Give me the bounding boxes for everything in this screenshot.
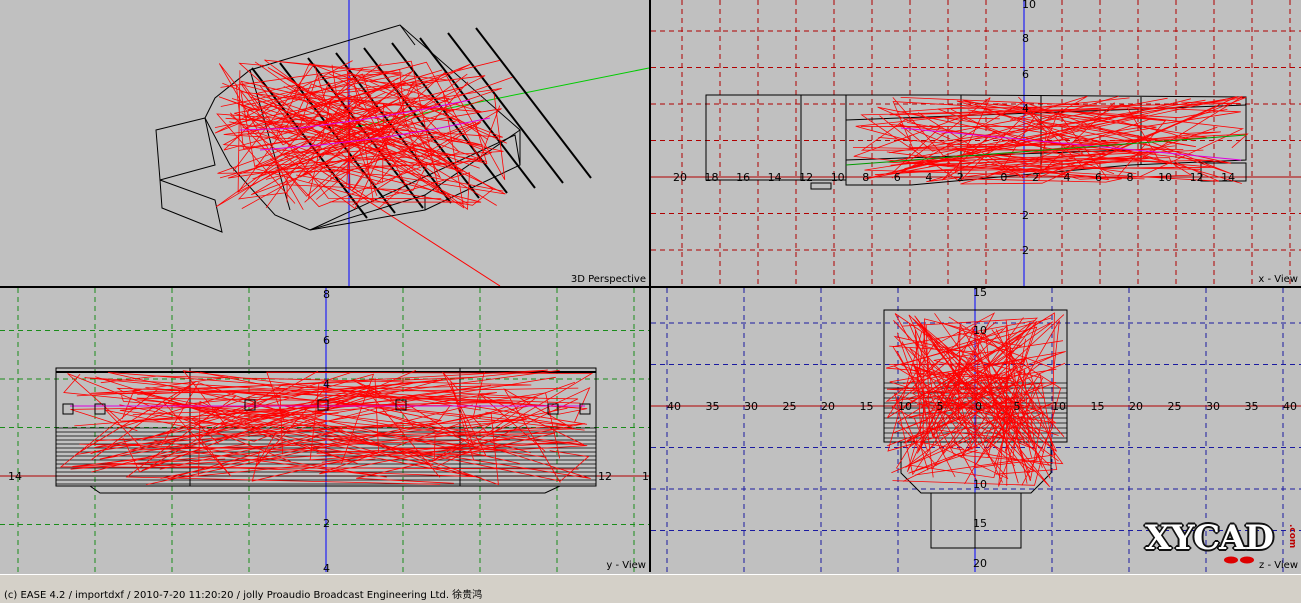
y-tick-label: 15 xyxy=(973,288,987,299)
x-tick-label: 15 xyxy=(860,400,874,413)
x-tick-label: 12 xyxy=(598,470,612,483)
viewport-y-view[interactable]: 14 12 1 8 6 4 2 4 y - View xyxy=(0,288,649,572)
viewport-label: 3D Perspective xyxy=(570,274,646,285)
y-tick-label: 2 xyxy=(1022,244,1029,257)
x-tick-label: 30 xyxy=(1206,400,1220,413)
x-tick-label: 14 xyxy=(768,171,782,184)
y-tick-label: 8 xyxy=(1022,32,1029,45)
x-tick-label: 2 xyxy=(957,171,964,184)
y-tick-label: 10 xyxy=(973,478,987,491)
x-view-canvas: 20 18 16 14 12 10 8 6 4 2 0 2 4 6 8 10 12 141086422 xyxy=(651,0,1301,286)
x-tick-label: 1 xyxy=(642,470,649,483)
status-bar: (c) EASE 4.2 / importdxf / 2010-7-20 11:… xyxy=(0,574,1301,603)
viewport-x-view[interactable]: 20 18 16 14 12 10 8 6 4 2 0 2 4 6 8 10 12 14 10 8 6 4 2 2 x - V… xyxy=(651,0,1301,286)
y-tick-label: 20 xyxy=(973,557,987,570)
x-tick-label: 40 xyxy=(667,400,681,413)
x-tick-label: 30 xyxy=(744,400,758,413)
viewport-splitter-horizontal[interactable] xyxy=(0,286,1301,288)
x-tick-label: 25 xyxy=(783,400,797,413)
x-tick-label: 10 xyxy=(898,400,912,413)
x-tick-label: 5 xyxy=(1014,400,1021,413)
viewport-3d-perspective[interactable]: 3D Perspective xyxy=(0,0,649,286)
x-tick-label: 8 xyxy=(862,171,869,184)
y-view-canvas: 14 12 1 8 6 4 2 4 xyxy=(0,288,649,572)
x-tick-label: 6 xyxy=(894,171,901,184)
x-tick-label: 20 xyxy=(821,400,835,413)
x-tick-label: 10 xyxy=(1158,171,1172,184)
viewport-label: z - View xyxy=(1259,560,1298,571)
x-tick-label: 35 xyxy=(706,400,720,413)
xycad-logo: XYCAD .com xyxy=(1145,518,1297,564)
x-tick-label: 18 xyxy=(705,171,719,184)
x-tick-label: 20 xyxy=(673,171,687,184)
x-tick-label: 10 xyxy=(1052,400,1066,413)
x-tick-label: 35 xyxy=(1245,400,1259,413)
x-tick-label: 10 xyxy=(831,171,845,184)
y-tick-label: 2 xyxy=(323,517,330,530)
y-tick-label: 10 xyxy=(973,324,987,337)
status-text: (c) EASE 4.2 / importdxf / 2010-7-20 11:… xyxy=(4,590,483,601)
y-tick-label: 8 xyxy=(323,288,330,301)
x-tick-label: 4 xyxy=(925,171,932,184)
y-tick-label: 15 xyxy=(973,517,987,530)
logo-text: XYCAD xyxy=(1145,518,1274,558)
y-tick-label: 4 xyxy=(323,562,330,572)
x-tick-label: 16 xyxy=(736,171,750,184)
logo-swoosh-icon xyxy=(1224,556,1254,564)
x-tick-label: 40 xyxy=(1283,400,1297,413)
x-tick-label: 12 xyxy=(1190,171,1204,184)
x-tick-label: 20 xyxy=(1129,400,1143,413)
x-tick-label: 2 xyxy=(1032,171,1039,184)
x-tick-label: 4 xyxy=(1063,171,1070,184)
x-tick-label: 12 xyxy=(799,171,813,184)
y-tick-label: 10 xyxy=(1022,0,1036,11)
x-tick-label: 25 xyxy=(1168,400,1182,413)
x-tick-label: 15 xyxy=(1091,400,1105,413)
perspective-canvas xyxy=(155,0,649,286)
y-tick-label: 6 xyxy=(1022,68,1029,81)
y-tick-label: 6 xyxy=(323,334,330,347)
logo-suffix: .com xyxy=(1287,524,1297,549)
viewport-label: y - View xyxy=(606,560,646,571)
viewport-z-view[interactable]: 40 35 30 25 20 15 10 5 0 5 10 15 20 25 30 35 40 15 10 10 15 2… xyxy=(651,288,1301,572)
x-tick-label: 8 xyxy=(1127,171,1134,184)
x-tick-label: 5 xyxy=(937,400,944,413)
y-tick-label: 4 xyxy=(323,378,330,391)
x-tick-label: 0 xyxy=(1000,171,1007,184)
x-tick-label: 0 xyxy=(975,400,982,413)
viewport-label: x - View xyxy=(1258,274,1298,285)
x-tick-label: 14 xyxy=(1221,171,1235,184)
x-tick-label: 6 xyxy=(1095,171,1102,184)
x-tick-label: 14 xyxy=(8,470,22,483)
y-tick-label: 2 xyxy=(1022,209,1029,222)
y-tick-label: 4 xyxy=(1022,102,1029,115)
